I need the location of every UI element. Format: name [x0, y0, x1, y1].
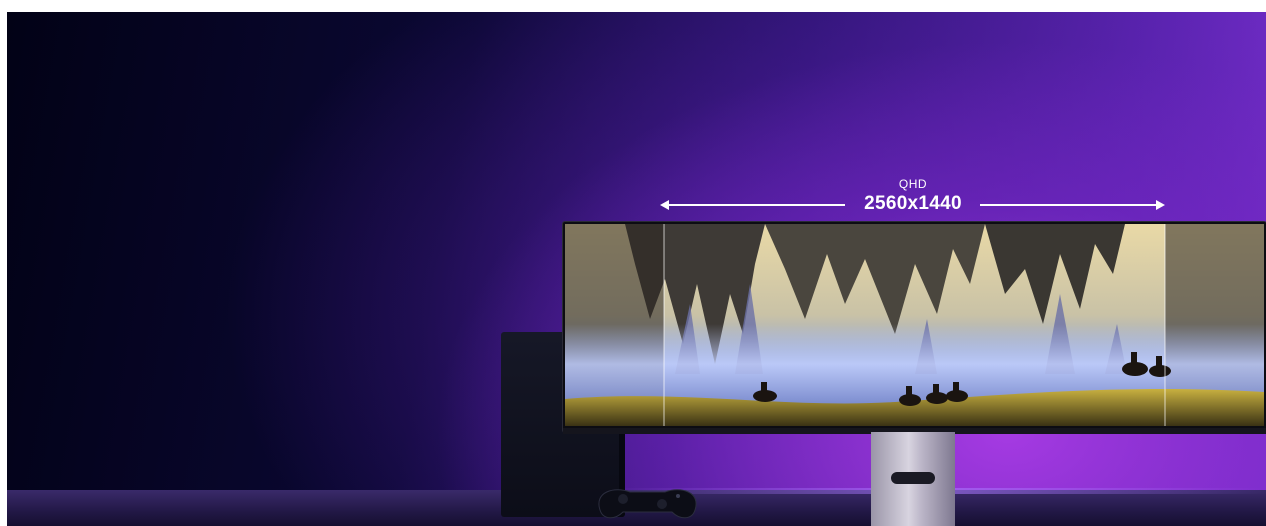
controller-icon: [598, 489, 697, 519]
resolution-value: 2560x1440: [864, 193, 962, 214]
resolution-name: QHD: [898, 177, 928, 191]
stand-cable-hole: [891, 472, 935, 484]
monitor-screen-artwork: [565, 224, 1264, 426]
ultrawide-monitor: [563, 222, 1266, 432]
product-scene: QHD 2560x1440: [7, 12, 1266, 526]
